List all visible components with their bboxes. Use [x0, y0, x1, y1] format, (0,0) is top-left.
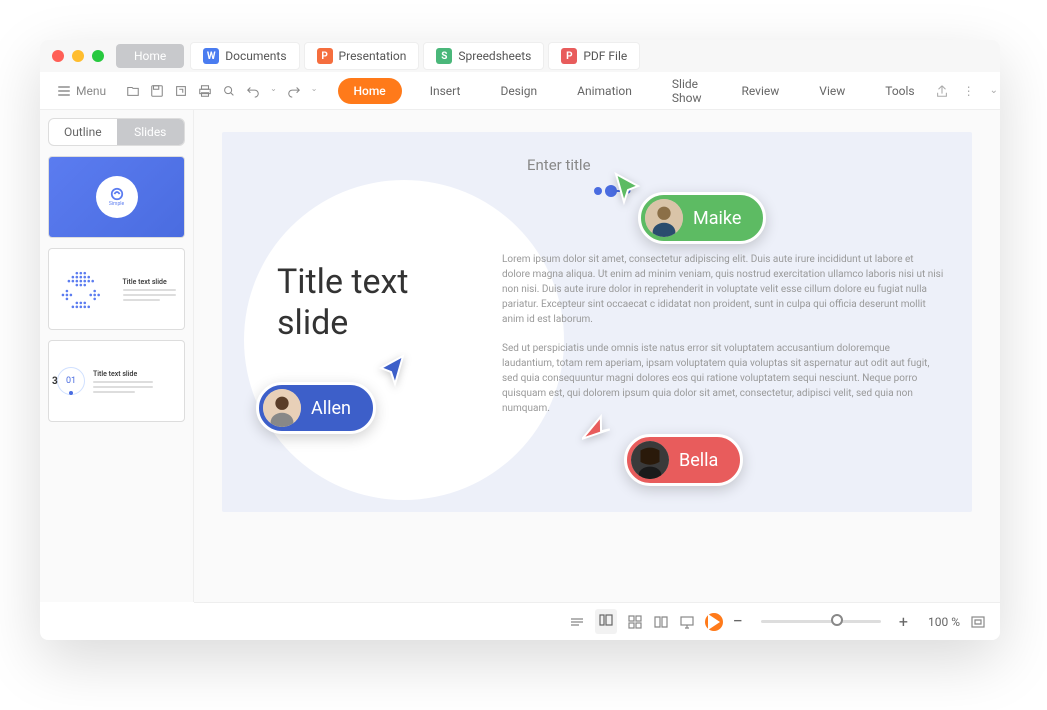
zoom-out-button[interactable]: − [733, 611, 743, 632]
avatar [631, 441, 669, 479]
collaborator-cursor-allen [377, 354, 407, 388]
avatar [645, 199, 683, 237]
redo-icon[interactable] [287, 84, 301, 98]
tab-presentation[interactable]: P Presentation [304, 42, 420, 70]
maximize-window-button[interactable] [92, 50, 104, 62]
thumb-title: Title text slide [93, 370, 153, 378]
slide-panel: Outline Slides Simple [40, 110, 194, 602]
quick-tools: ⌄ ⌄ [114, 84, 329, 98]
statusbar: − + 100 % [194, 602, 1000, 640]
collaborator-cursor-maike [612, 172, 642, 206]
collaborator-name: Bella [669, 450, 736, 471]
slide-thumbnail-3[interactable]: 3 01 Title text slide [48, 340, 185, 422]
tab-spreadsheets[interactable]: S Spreedsheets [423, 42, 544, 70]
home-tab[interactable]: Home [116, 44, 184, 68]
slide-canvas[interactable]: Enter title Title textslide Lorem ipsum … [222, 132, 972, 512]
thumb-label: Simple [109, 201, 124, 207]
collaborator-cursor-bella [582, 412, 612, 446]
save-icon[interactable] [150, 84, 164, 98]
canvas-area: Enter title Title textslide Lorem ipsum … [194, 110, 1000, 602]
thumb-title: Title text slide [123, 278, 177, 286]
ribbon-insert[interactable]: Insert [410, 84, 481, 98]
collaborator-name: Maike [683, 208, 759, 229]
menu-button[interactable]: Menu [50, 84, 114, 98]
view-toggle: Outline Slides [48, 118, 185, 146]
slide-title-text[interactable]: Title textslide [277, 262, 409, 344]
play-icon [706, 614, 722, 630]
collaborator-pill-bella[interactable]: Bella [624, 434, 743, 486]
ribbon-home[interactable]: Home [338, 78, 402, 104]
notes-icon[interactable] [569, 614, 585, 630]
zoom-slider[interactable] [761, 620, 881, 623]
ribbon-animation[interactable]: Animation [557, 84, 652, 98]
collaborator-name: Allen [301, 398, 369, 419]
redo-chevron[interactable]: ⌄ [311, 84, 318, 98]
chapter-number: 3 [52, 376, 58, 387]
toolbar: Menu ⌄ ⌄ Home Insert Design Animation Sl… [40, 72, 1000, 110]
undo-icon[interactable] [246, 84, 260, 98]
paragraph-2: Sed ut perspiciatis unde omnis iste natu… [502, 341, 944, 416]
tab-label: PDF File [583, 49, 627, 63]
tab-pdf[interactable]: P PDF File [548, 42, 640, 70]
tab-documents[interactable]: W Documents [190, 42, 299, 70]
ribbon-review[interactable]: Review [722, 84, 800, 98]
print-icon[interactable] [198, 84, 212, 98]
slide-thumbnail-1[interactable]: Simple [48, 156, 185, 238]
minimize-window-button[interactable] [72, 50, 84, 62]
slide-thumbnail-2[interactable]: Title text slide [48, 248, 185, 330]
writer-icon: W [203, 48, 219, 64]
presenter-view-icon[interactable] [679, 614, 695, 630]
play-slideshow-button[interactable] [705, 613, 723, 631]
collapse-ribbon-icon[interactable]: ⌄ [990, 85, 998, 96]
zoom-in-button[interactable]: + [899, 612, 908, 631]
menu-label: Menu [76, 84, 106, 98]
normal-view-icon[interactable] [598, 612, 614, 628]
zoom-handle[interactable] [831, 614, 843, 626]
share-icon[interactable] [935, 84, 949, 98]
titlebar: Home W Documents P Presentation S Spreed… [40, 40, 1000, 72]
reading-view-icon[interactable] [653, 614, 669, 630]
close-window-button[interactable] [52, 50, 64, 62]
ribbon-design[interactable]: Design [480, 84, 557, 98]
title-placeholder[interactable]: Enter title [527, 156, 591, 174]
avatar [263, 389, 301, 427]
slide-number: 01 [66, 376, 76, 386]
tab-label: Presentation [339, 49, 407, 63]
ribbon-tools[interactable]: Tools [865, 84, 934, 98]
export-icon[interactable] [174, 84, 188, 98]
hamburger-icon [58, 86, 70, 96]
logo-icon [110, 187, 124, 201]
more-icon[interactable]: ⋮ [963, 84, 976, 98]
fit-to-window-icon[interactable] [970, 614, 986, 630]
sorter-view-icon[interactable] [627, 614, 643, 630]
ribbon-slideshow[interactable]: Slide Show [652, 77, 722, 105]
paragraph-1: Lorem ipsum dolor sit amet, consectetur … [502, 252, 944, 327]
preview-icon[interactable] [222, 84, 236, 98]
collaborator-pill-allen[interactable]: Allen [256, 382, 376, 434]
tab-label: Spreedsheets [458, 49, 531, 63]
outline-toggle[interactable]: Outline [49, 119, 117, 145]
slide-body-text[interactable]: Lorem ipsum dolor sit amet, consectetur … [502, 252, 944, 430]
traffic-lights [52, 50, 104, 62]
zoom-value: 100 % [918, 615, 960, 629]
arrow-graphic-icon [57, 257, 117, 321]
ribbon-view[interactable]: View [799, 84, 865, 98]
slides-toggle[interactable]: Slides [117, 119, 185, 145]
spreadsheet-icon: S [436, 48, 452, 64]
open-icon[interactable] [126, 84, 140, 98]
presentation-icon: P [317, 48, 333, 64]
collaborator-pill-maike[interactable]: Maike [638, 192, 766, 244]
app-window: Home W Documents P Presentation S Spreed… [40, 40, 1000, 640]
tab-label: Documents [225, 49, 286, 63]
body: Outline Slides Simple [40, 110, 1000, 602]
pdf-icon: P [561, 48, 577, 64]
undo-chevron[interactable]: ⌄ [270, 84, 277, 98]
